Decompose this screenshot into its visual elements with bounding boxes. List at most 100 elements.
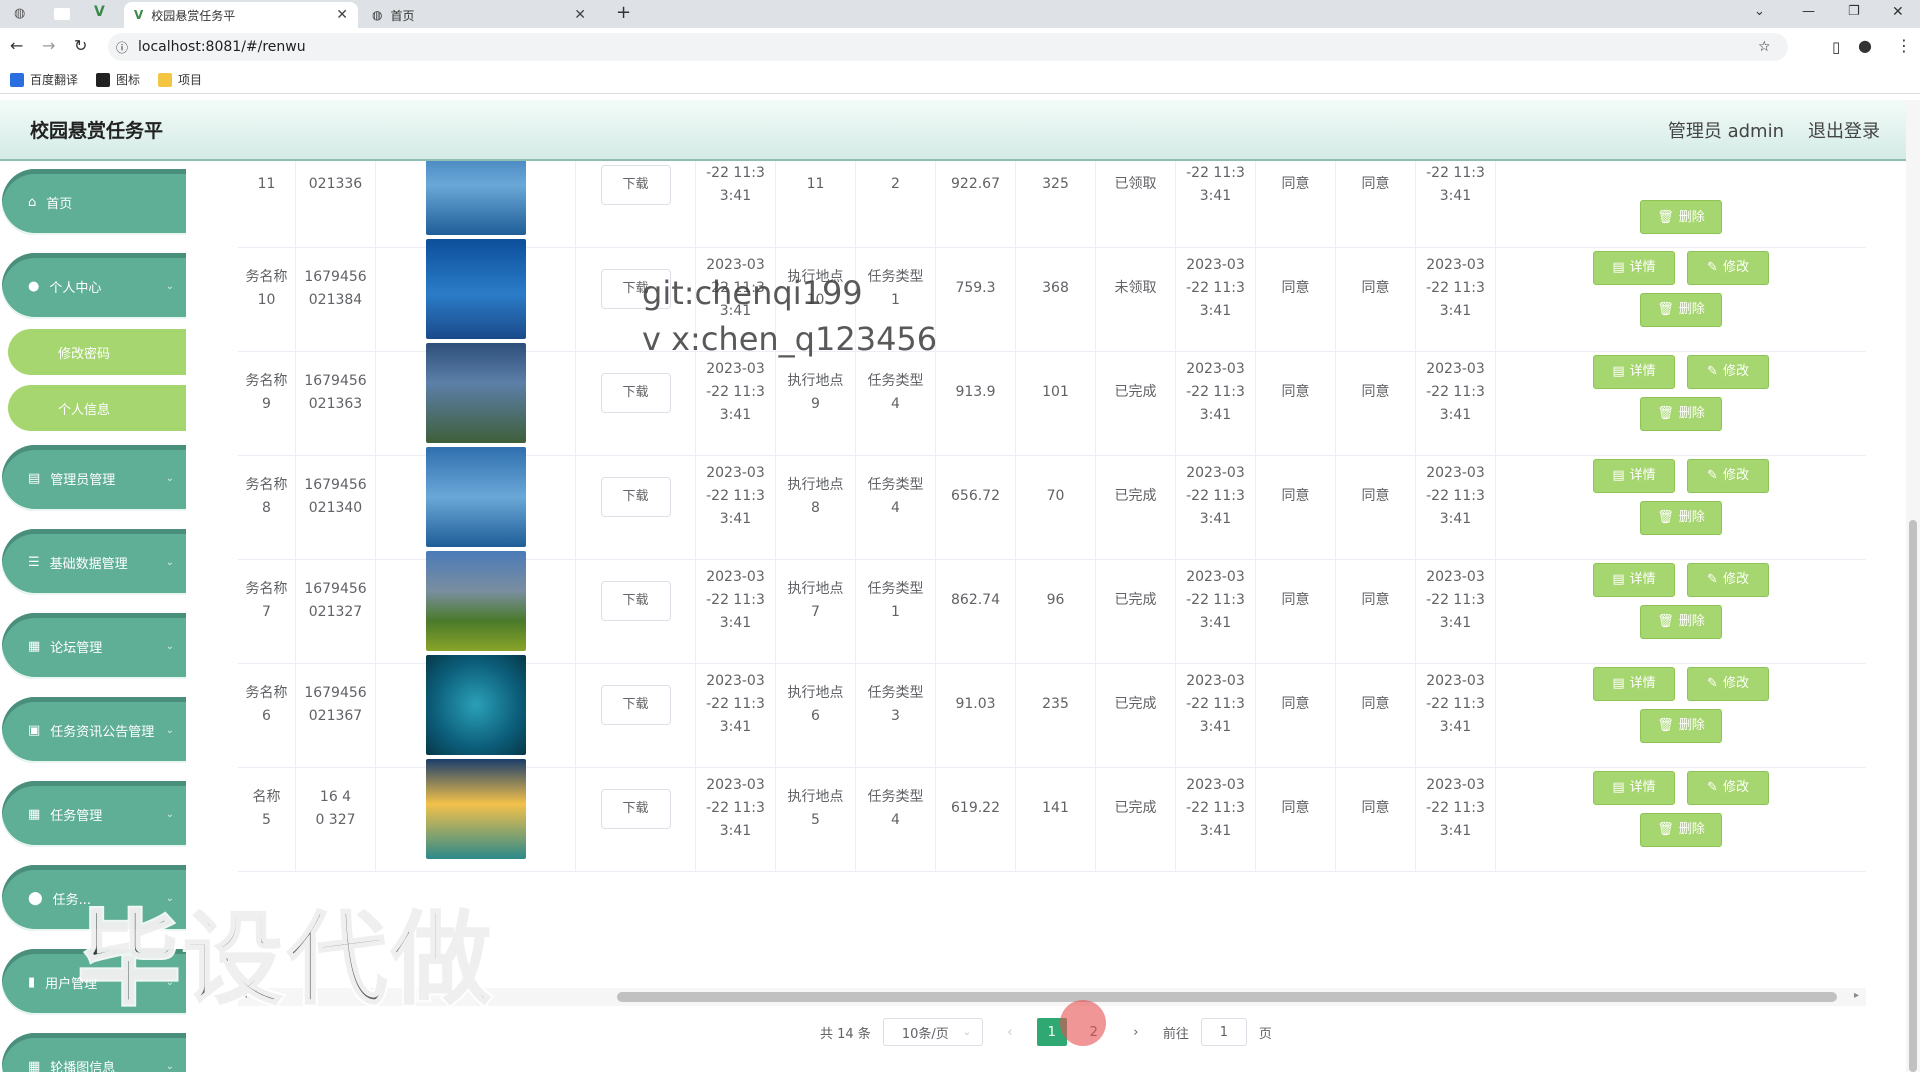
sidebar-subitem-info[interactable]: 个人信息 <box>8 385 186 431</box>
sidebar-item-forum[interactable]: ▦ 论坛管理 ⌄ <box>2 613 186 679</box>
next-page-button[interactable]: › <box>1121 1018 1151 1046</box>
details-button[interactable]: ▤ 详情 <box>1593 250 1675 285</box>
list-icon: ☰ <box>28 554 40 570</box>
cell-name: 名称 5 <box>238 745 296 872</box>
close-icon[interactable]: ✕ <box>574 7 586 23</box>
vertical-scrollbar-thumb[interactable] <box>1909 520 1917 1072</box>
globe-icon[interactable]: ◍ <box>14 6 25 21</box>
download-button[interactable]: 下载 <box>600 164 671 205</box>
forward-icon[interactable]: → <box>42 36 55 55</box>
bookmark-item[interactable]: 百度翻译 <box>10 71 78 88</box>
chevron-down-icon[interactable]: ⌄ <box>1754 4 1765 19</box>
download-button[interactable]: 下载 <box>600 476 671 517</box>
translate-icon <box>10 72 24 87</box>
restore-icon[interactable]: ❐ <box>1848 4 1860 19</box>
globe-icon: ◍ <box>372 8 383 22</box>
actions-cell: ▤ 详情 ✎ 修改 🗑 删除 <box>1496 745 1866 872</box>
sidebar-subitem-password[interactable]: 修改密码 <box>8 329 186 375</box>
image-cell <box>376 745 576 872</box>
task-image[interactable] <box>425 446 526 547</box>
edit-button[interactable]: ✎ 修改 <box>1687 666 1769 701</box>
cell-time3: 2023-03 -22 11:3 3:41 <box>1416 745 1496 872</box>
sidebar-item-basedata[interactable]: ☰ 基础数据管理 ⌄ <box>2 529 186 595</box>
delete-button[interactable]: 🗑 删除 <box>1640 812 1722 847</box>
watermark-text: git:chenqi199 v x:chen_q123456 <box>642 274 938 358</box>
edit-icon: ✎ <box>1707 676 1718 691</box>
big-watermark: 毕设代做 <box>76 899 494 1022</box>
new-tab-icon[interactable]: + <box>616 2 631 23</box>
download-button[interactable]: 下载 <box>600 372 671 413</box>
sidepanel-icon[interactable]: ▯ <box>1832 38 1840 56</box>
details-button[interactable]: ▤ 详情 <box>1593 562 1675 597</box>
tab-active[interactable]: V 校园悬赏任务平 ✕ <box>124 2 358 28</box>
sidebar-item-home[interactable]: ⌂ 首页 <box>2 169 186 235</box>
details-button[interactable]: ▤ 详情 <box>1593 458 1675 493</box>
profile-icon[interactable]: ● <box>1858 36 1872 55</box>
edit-button[interactable]: ✎ 修改 <box>1687 458 1769 493</box>
bookmark-item[interactable]: 项目 <box>158 71 202 88</box>
sidebar-item-profile[interactable]: ● 个人中心 ⌄ <box>2 253 186 319</box>
logout-link[interactable]: 退出登录 <box>1808 117 1880 143</box>
edit-icon: ✎ <box>1707 780 1718 795</box>
horizontal-scrollbar-thumb[interactable] <box>617 992 1837 1002</box>
cell-id: 16 4 0 327 <box>296 745 376 872</box>
edit-button[interactable]: ✎ 修改 <box>1687 354 1769 389</box>
details-icon: ▤ <box>1612 780 1625 795</box>
tab-placeholder-icon[interactable] <box>54 8 70 20</box>
sidebar-item-news[interactable]: ▣ 任务资讯公告管理 ⌄ <box>2 697 186 763</box>
close-icon[interactable]: ✕ <box>336 7 348 23</box>
scroll-right-icon[interactable]: ▸ <box>1854 990 1859 1001</box>
prev-page-button[interactable]: ‹ <box>995 1018 1025 1046</box>
delete-icon: 🗑 <box>1657 718 1674 733</box>
star-icon[interactable]: ☆ <box>1758 39 1771 55</box>
sidebar-item-admin[interactable]: ▤ 管理员管理 ⌄ <box>2 445 186 511</box>
minimize-icon[interactable]: — <box>1802 4 1815 19</box>
cell-count: 141 <box>1016 745 1096 872</box>
details-icon: ▤ <box>1612 364 1625 379</box>
vue-icon[interactable]: V <box>94 4 105 20</box>
vue-icon: V <box>134 8 144 22</box>
edit-button[interactable]: ✎ 修改 <box>1687 562 1769 597</box>
delete-button[interactable]: 🗑 删除 <box>1640 604 1722 639</box>
url-text: localhost:8081/#/renwu <box>138 39 306 55</box>
back-icon[interactable]: ← <box>10 36 23 55</box>
task-image[interactable] <box>425 758 526 859</box>
browser-tab-strip: ◍ V V 校园悬赏任务平 ✕ ◍ 首页 ✕ + ⌄ — ❐ ✕ <box>0 0 1920 28</box>
address-bar[interactable]: ⓘ localhost:8081/#/renwu ☆ <box>108 33 1788 61</box>
page-size-select[interactable]: 10条/页 ⌄ <box>882 1018 983 1046</box>
download-button[interactable]: 下载 <box>600 788 671 829</box>
task-image[interactable] <box>425 342 526 443</box>
download-button[interactable]: 下载 <box>600 580 671 621</box>
menu-icon[interactable]: ⋮ <box>1896 36 1912 55</box>
details-button[interactable]: ▤ 详情 <box>1593 354 1675 389</box>
bookmark-item[interactable]: 图标 <box>96 71 140 88</box>
current-user: 管理员 admin <box>1667 120 1784 142</box>
delete-button[interactable]: 🗑 删除 <box>1640 396 1722 431</box>
chevron-down-icon: ⌄ <box>165 472 174 484</box>
app-header: 校园悬赏任务平 管理员 admin 退出登录 <box>0 100 1920 161</box>
cell-type: 任务类型 4 <box>856 745 936 872</box>
sidebar-item-task[interactable]: ▦ 任务管理 ⌄ <box>2 781 186 847</box>
task-image[interactable] <box>425 238 526 339</box>
tab-home[interactable]: ◍ 首页 ✕ <box>362 2 596 28</box>
task-image[interactable] <box>425 654 526 755</box>
goto-page-input[interactable]: 1 <box>1200 1018 1247 1046</box>
sidebar-item-carousel[interactable]: ▦ 轮播图信息 ⌄ <box>2 1033 186 1072</box>
task-image[interactable] <box>425 161 526 235</box>
download-button[interactable]: 下载 <box>600 684 671 725</box>
details-button[interactable]: ▤ 详情 <box>1593 770 1675 805</box>
table-row: 名称 5 16 4 0 327 下载 2023-03 -22 11:3 3:41 执行地… <box>238 745 1866 872</box>
chevron-down-icon: ⌄ <box>165 724 174 736</box>
window-close-icon[interactable]: ✕ <box>1892 4 1904 20</box>
chevron-down-icon: ⌄ <box>165 1060 174 1072</box>
details-button[interactable]: ▤ 详情 <box>1593 666 1675 701</box>
delete-button[interactable]: 🗑 删除 <box>1640 500 1722 535</box>
home-icon: ⌂ <box>28 194 37 210</box>
delete-button[interactable]: 🗑 删除 <box>1640 292 1722 327</box>
edit-button[interactable]: ✎ 修改 <box>1687 770 1769 805</box>
reload-icon[interactable]: ↻ <box>74 36 87 55</box>
task-image[interactable] <box>425 550 526 651</box>
tab-title: 首页 <box>390 8 415 23</box>
edit-button[interactable]: ✎ 修改 <box>1687 250 1769 285</box>
delete-button[interactable]: 🗑 删除 <box>1640 708 1722 743</box>
